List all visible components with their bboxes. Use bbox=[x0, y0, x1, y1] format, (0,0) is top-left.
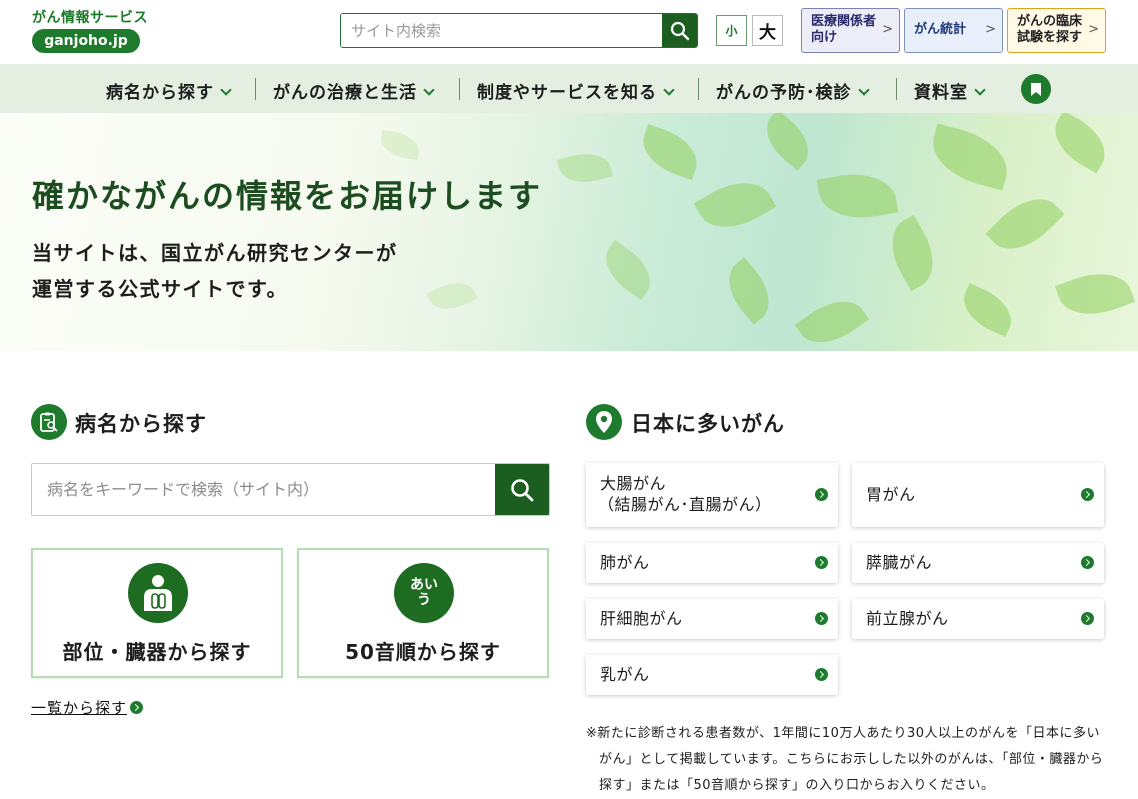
cancer-name: 肝細胞がん bbox=[600, 609, 683, 628]
logo-title[interactable]: がん情報サービス bbox=[32, 7, 148, 27]
search-from-list-link[interactable]: 一覧から探す bbox=[31, 697, 144, 718]
arrow-circle-icon bbox=[130, 701, 144, 714]
disease-search-section-icon bbox=[31, 404, 67, 440]
hero-subtitle-line2: 運営する公式サイトです。 bbox=[32, 277, 288, 301]
hero-banner: 確かながんの情報をお届けします 当サイトは、国立がん研究センターが 運営する公式… bbox=[0, 113, 1138, 351]
arrow-circle-icon bbox=[1081, 612, 1094, 625]
chevron-right-icon: > bbox=[1088, 22, 1099, 37]
cancer-name: 乳がん bbox=[600, 665, 650, 684]
font-size-small-button[interactable]: 小 bbox=[716, 15, 747, 46]
body-organ-icon bbox=[144, 575, 172, 611]
nav-divider bbox=[255, 78, 256, 100]
cancer-name-sub: （結腸がん･直腸がん） bbox=[598, 495, 772, 514]
clipboard-search-icon bbox=[40, 412, 58, 432]
global-nav: 病名から探す がんの治療と生活 制度やサービスを知る がんの予防･検診 資料室 bbox=[0, 64, 1138, 113]
common-cancers-section-icon bbox=[586, 404, 622, 440]
search-icon bbox=[511, 478, 534, 501]
logo-domain-badge[interactable]: ganjoho.jp bbox=[32, 29, 140, 53]
nav-item-label: 資料室 bbox=[914, 83, 968, 103]
arrow-circle-icon bbox=[815, 612, 828, 625]
search-from-list-label: 一覧から探す bbox=[31, 699, 128, 717]
bookmark-button[interactable] bbox=[1021, 74, 1051, 104]
cancer-link-hepatocellular[interactable]: 肝細胞がん bbox=[586, 599, 838, 639]
clinical-trials-link[interactable]: がんの臨床 試験を探す > bbox=[1007, 8, 1106, 53]
kana-icon-circle: あいう bbox=[394, 563, 454, 623]
nav-item-label: がんの予防･検診 bbox=[716, 83, 852, 103]
site-search bbox=[340, 13, 698, 48]
cancer-name: 胃がん bbox=[866, 485, 916, 504]
cancer-link-colorectal[interactable]: 大腸がん （結腸がん･直腸がん） bbox=[586, 463, 838, 527]
nav-item-systems-and-services[interactable]: 制度やサービスを知る bbox=[477, 78, 675, 103]
disease-search-title: 病名から探す bbox=[75, 412, 207, 436]
chevron-down-icon bbox=[974, 84, 986, 96]
site-search-input[interactable] bbox=[341, 14, 662, 47]
nav-divider bbox=[459, 78, 460, 100]
chevron-down-icon bbox=[663, 84, 675, 96]
chevron-down-icon bbox=[220, 84, 232, 96]
common-cancers-note-text: ※新たに診断される患者数が、1年間に10万人あたり30人以上のがんを「日本に多い… bbox=[586, 726, 1104, 793]
nav-item-label: 制度やサービスを知る bbox=[477, 83, 657, 103]
site-search-button[interactable] bbox=[662, 14, 697, 47]
cancer-link-prostate[interactable]: 前立腺がん bbox=[852, 599, 1104, 639]
disease-search-input[interactable] bbox=[32, 464, 495, 515]
arrow-circle-icon bbox=[815, 668, 828, 681]
cancer-statistics-link[interactable]: がん統計 > bbox=[904, 8, 1003, 53]
bookmark-icon bbox=[1031, 82, 1041, 96]
nav-item-search-by-disease[interactable]: 病名から探す bbox=[106, 78, 232, 103]
arrow-circle-icon bbox=[815, 488, 828, 501]
nav-divider bbox=[698, 78, 699, 100]
site-header: がん情報サービス ganjoho.jp 小 大 医療関係者 向け > がん統計 … bbox=[0, 0, 1138, 64]
common-cancers-title: 日本に多いがん bbox=[631, 412, 785, 436]
cancer-name: 大腸がん bbox=[600, 474, 667, 493]
search-icon bbox=[670, 21, 689, 40]
cancer-link-lung[interactable]: 肺がん bbox=[586, 543, 838, 583]
hero-subtitle: 当サイトは、国立がん研究センターが 運営する公式サイトです。 bbox=[32, 235, 398, 307]
cancer-link-pancreatic[interactable]: 膵臓がん bbox=[852, 543, 1104, 583]
nav-item-prevention-screening[interactable]: がんの予防･検診 bbox=[716, 78, 870, 103]
search-by-body-part-card[interactable]: 部位・臓器から探す bbox=[31, 548, 283, 678]
map-pin-icon bbox=[596, 411, 612, 433]
search-by-kana-card[interactable]: あいう 50音順から探す bbox=[297, 548, 549, 678]
nav-divider bbox=[896, 78, 897, 100]
chevron-right-icon: > bbox=[985, 22, 996, 37]
arrow-circle-icon bbox=[815, 556, 828, 569]
arrow-circle-icon bbox=[1081, 556, 1094, 569]
nav-item-label: 病名から探す bbox=[106, 83, 214, 103]
hero-title: 確かながんの情報をお届けします bbox=[32, 177, 543, 215]
nav-item-treatment-and-life[interactable]: がんの治療と生活 bbox=[273, 78, 435, 103]
font-size-large-button[interactable]: 大 bbox=[752, 15, 783, 46]
chevron-down-icon bbox=[423, 84, 435, 96]
cancer-link-stomach[interactable]: 胃がん bbox=[852, 463, 1104, 527]
nav-item-label: がんの治療と生活 bbox=[273, 83, 417, 103]
search-by-kana-label: 50音順から探す bbox=[345, 640, 501, 664]
cancer-name: 前立腺がん bbox=[866, 609, 949, 628]
common-cancers-note: ※新たに診断される患者数が、1年間に10万人あたり30人以上のがんを「日本に多い… bbox=[586, 721, 1106, 799]
search-by-body-part-label: 部位・臓器から探す bbox=[62, 640, 252, 664]
hero-subtitle-line1: 当サイトは、国立がん研究センターが bbox=[32, 241, 398, 265]
disease-search-button[interactable] bbox=[495, 464, 549, 515]
kana-icon-text: あいう bbox=[410, 577, 438, 608]
nav-item-library[interactable]: 資料室 bbox=[914, 78, 986, 103]
disease-search-box bbox=[31, 463, 550, 516]
chevron-right-icon: > bbox=[882, 22, 893, 37]
body-part-icon-circle bbox=[128, 563, 188, 623]
cancer-name: 肺がん bbox=[600, 553, 650, 572]
arrow-circle-icon bbox=[1081, 488, 1094, 501]
chevron-down-icon bbox=[857, 84, 870, 96]
cancer-link-breast[interactable]: 乳がん bbox=[586, 655, 838, 695]
cancer-name: 膵臓がん bbox=[866, 553, 933, 572]
medical-professionals-link[interactable]: 医療関係者 向け > bbox=[801, 8, 900, 53]
